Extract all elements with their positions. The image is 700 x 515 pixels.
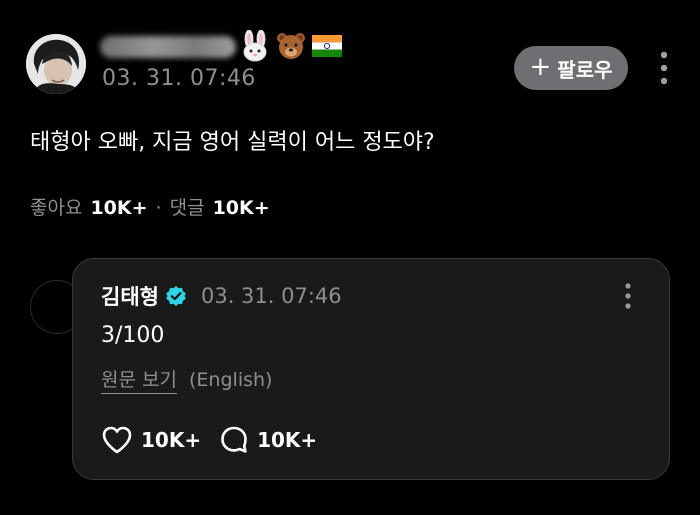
heart-icon xyxy=(102,426,132,454)
original-language: (English) xyxy=(189,369,273,391)
likes-count[interactable]: 10K+ xyxy=(90,197,147,219)
likes-label: 좋아요 xyxy=(30,197,83,219)
bear-face-icon xyxy=(277,33,305,59)
blurred-username xyxy=(100,36,236,58)
reply-timestamp: 03. 31. 07:46 xyxy=(200,284,342,308)
comments-count[interactable]: 10K+ xyxy=(213,197,270,219)
post-stats: 좋아요 10K+ · 댓글 10K+ xyxy=(30,193,270,220)
view-original-link[interactable]: 원문 보기 xyxy=(101,369,177,394)
reply-author-name[interactable]: 김태형 xyxy=(101,281,159,311)
reply-like-button[interactable]: 10K+ xyxy=(101,425,201,455)
reply-more-options-icon[interactable] xyxy=(617,281,639,311)
reply-text: 3/100 xyxy=(101,323,165,348)
follow-button-label: 팔로우 xyxy=(557,57,613,82)
translate-row: 원문 보기 (English) xyxy=(101,365,273,394)
username-emojis xyxy=(240,30,342,62)
more-options-icon[interactable] xyxy=(652,50,676,86)
reply-like-count: 10K+ xyxy=(141,428,202,452)
plus-icon: + xyxy=(529,52,552,82)
post-timestamp: 03. 31. 07:46 xyxy=(102,66,256,91)
post-text: 태형아 오빠, 지금 영어 실력이 어느 정도야? xyxy=(30,130,435,155)
reply-comment-button[interactable]: 10K+ xyxy=(219,425,317,455)
india-flag-icon xyxy=(312,35,342,57)
verified-badge-icon xyxy=(166,286,186,306)
comment-bubble-icon xyxy=(221,426,247,453)
comments-label: 댓글 xyxy=(169,197,205,219)
reply-actions: 10K+ 10K+ xyxy=(101,425,317,455)
avatar-photo xyxy=(26,34,86,94)
rabbit-face-icon xyxy=(243,30,267,62)
reply-card: 김태형 03. 31. 07:46 3/100 원문 보기 (English) … xyxy=(72,258,670,480)
follow-button[interactable]: + 팔로우 xyxy=(514,46,628,90)
reply-header: 김태형 03. 31. 07:46 xyxy=(101,281,342,311)
reply-comment-count: 10K+ xyxy=(257,428,318,452)
author-avatar[interactable] xyxy=(26,34,86,94)
stats-separator: · xyxy=(155,197,162,219)
